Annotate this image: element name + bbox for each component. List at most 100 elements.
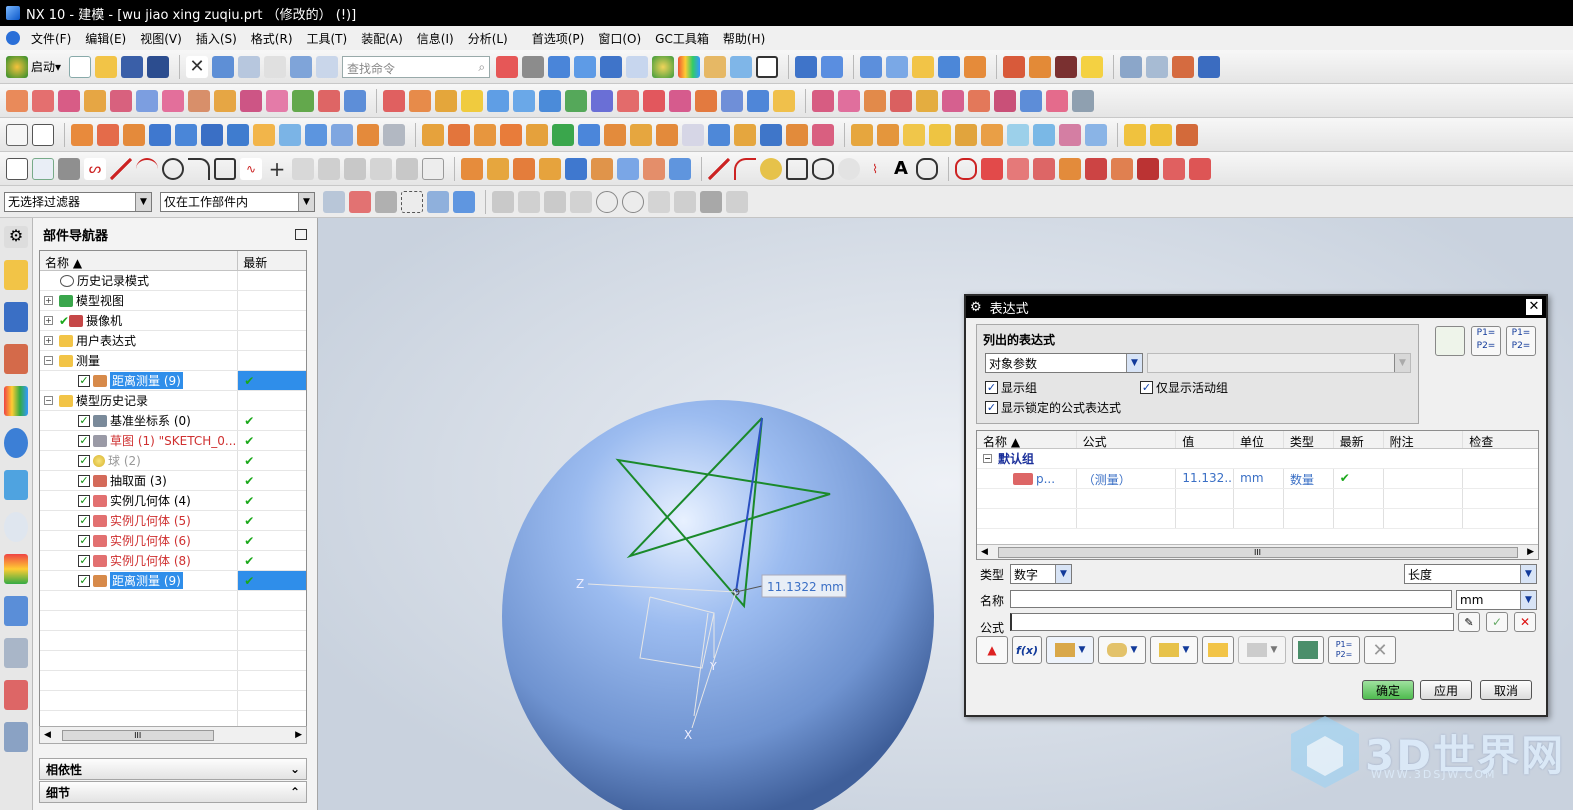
expand-icon[interactable]: + (44, 316, 53, 325)
listed-expressions-dropdown[interactable]: 对象参数 ▼ (985, 353, 1143, 373)
scroll-left-icon[interactable]: ◀ (44, 730, 51, 740)
derived-curve-1[interactable] (955, 157, 977, 180)
delete-icon[interactable]: ✕ (186, 55, 209, 78)
constraint-icon-2[interactable] (396, 157, 418, 180)
visibility-checkbox[interactable]: ✓ (78, 494, 90, 507)
filter-icon-1[interactable] (323, 190, 345, 213)
tree-row-datum-csys[interactable]: ✓ 基准坐标系 (0) ✔ (40, 411, 306, 431)
pocket-icon[interactable] (305, 123, 327, 146)
extend-icon[interactable] (344, 157, 366, 180)
part-navigator-tab-icon[interactable] (4, 260, 28, 290)
shell-icon[interactable] (682, 123, 704, 146)
formula-edit-button[interactable]: ✎ (1458, 612, 1480, 632)
column-header-name[interactable]: 名称 ▲ (40, 251, 239, 270)
feature-icon-3[interactable] (58, 89, 80, 112)
sync-icon-1[interactable] (851, 123, 873, 146)
snap-quadrant-icon[interactable] (622, 190, 644, 213)
horizontal-scrollbar[interactable]: ◀ III ▶ (39, 726, 307, 744)
redo-icon[interactable] (238, 55, 261, 78)
surface-icon-5[interactable] (487, 89, 509, 112)
fit-view-icon[interactable] (496, 55, 519, 78)
feature-icon-14[interactable] (344, 89, 366, 112)
derived-curve-3[interactable] (1007, 157, 1029, 180)
surface-icon-4[interactable] (461, 89, 483, 112)
sync-icon-8[interactable] (1033, 123, 1055, 146)
mirror-icon[interactable] (448, 123, 470, 146)
surface-icon-13[interactable] (695, 89, 717, 112)
derived-curve-2[interactable] (981, 157, 1003, 180)
boss-icon[interactable] (279, 123, 301, 146)
sync-icon-10[interactable] (1085, 123, 1107, 146)
fillet-icon[interactable] (188, 157, 210, 180)
curve-feature-6[interactable] (591, 157, 613, 180)
tree-row-distance-measure[interactable]: ✓ 距离测量 (9) ✔ (40, 371, 306, 391)
sync-icon-5[interactable] (955, 123, 977, 146)
feature-icon-9[interactable] (214, 89, 236, 112)
collapse-icon[interactable]: − (44, 356, 53, 365)
accept-edit-button[interactable]: ✓ (1486, 612, 1508, 632)
snap-midpoint-icon[interactable] (518, 190, 540, 213)
menu-analysis[interactable]: 分析(L) (461, 30, 515, 47)
feature-icon-2[interactable] (32, 89, 54, 112)
orient-view-icon[interactable] (795, 55, 818, 78)
draft-icon[interactable] (708, 123, 730, 146)
menu-view[interactable]: 视图(V) (133, 30, 189, 47)
weld-icon-3[interactable] (1176, 123, 1198, 146)
column-header-name[interactable]: 名称 ▲ (977, 431, 1077, 448)
curve-feature-9[interactable] (669, 157, 691, 180)
surface-icon-16[interactable] (773, 89, 795, 112)
boolean-icon-2[interactable] (838, 89, 860, 112)
revolve-icon[interactable] (97, 123, 119, 146)
shaded-cube-icon[interactable] (548, 55, 571, 78)
menu-gc-toolbox[interactable]: GC工具箱 (648, 30, 716, 47)
blob-icon[interactable] (916, 157, 938, 180)
function-button[interactable]: f(x) (1012, 636, 1042, 664)
weld-icon-2[interactable] (1150, 123, 1172, 146)
visibility-checkbox[interactable]: ✓ (78, 434, 90, 447)
filter-icon-2[interactable] (349, 190, 371, 213)
tree-row-instance-geometry-4[interactable]: ✓ 实例几何体 (4) ✔ (40, 491, 306, 511)
sync-icon-6[interactable] (981, 123, 1003, 146)
measure-icon[interactable] (1172, 55, 1195, 78)
curve-feature-2[interactable] (487, 157, 509, 180)
replace-face-icon[interactable] (786, 123, 808, 146)
section-view-icon[interactable] (821, 55, 844, 78)
menu-format[interactable]: 格式(R) (244, 30, 300, 47)
sketch-icon[interactable] (6, 123, 28, 146)
window-switch-icon[interactable] (316, 55, 339, 78)
boolean-icon-8[interactable] (994, 89, 1016, 112)
surface-icon-1[interactable] (383, 89, 405, 112)
arc-icon[interactable] (136, 157, 158, 180)
list-icon[interactable] (1146, 55, 1169, 78)
create-expression-button[interactable]: ▲ (976, 636, 1008, 664)
pattern-curve-icon[interactable] (422, 157, 444, 180)
history-tab-icon[interactable] (4, 512, 28, 542)
surface-icon-15[interactable] (747, 89, 769, 112)
formula-input[interactable] (1010, 613, 1454, 631)
point-icon[interactable]: + (266, 158, 288, 180)
move-component-icon[interactable] (938, 55, 961, 78)
tree-row-sphere[interactable]: ✓ 球 (2) ✔ (40, 451, 306, 471)
system-scene-tab-icon[interactable] (4, 680, 28, 710)
export-to-file-button[interactable]: P1= P2= (1328, 636, 1360, 664)
move-face-icon[interactable] (812, 123, 834, 146)
derived-curve-7[interactable] (1111, 157, 1133, 180)
reuse-library-tab-icon[interactable] (4, 386, 28, 416)
boolean-icon-7[interactable] (968, 89, 990, 112)
tree-row-cameras[interactable]: + ✔ 摄像机 (40, 311, 306, 331)
hole-icon[interactable] (123, 123, 145, 146)
wireframe-cube-icon[interactable] (626, 55, 649, 78)
scope-dropdown[interactable]: 仅在工作部件内 ▼ (160, 191, 315, 212)
tree-row-distance-measure-history[interactable]: ✓ 距离测量 (9) ✔ (40, 571, 306, 591)
menu-tools[interactable]: 工具(T) (300, 30, 355, 47)
scroll-left-icon[interactable]: ◀ (981, 547, 988, 557)
feature-icon-10[interactable] (240, 89, 262, 112)
spiral-icon[interactable] (838, 157, 860, 180)
expressions-scrollbar[interactable]: ◀ III ▶ (977, 544, 1538, 559)
scale-icon[interactable] (760, 123, 782, 146)
studio-spline-icon[interactable]: ᔕ (84, 157, 106, 180)
menu-file[interactable]: 文件(F) (24, 30, 78, 47)
sheet-metal-icon[interactable] (1003, 55, 1026, 78)
tree-row-extract-face[interactable]: ✓ 抽取面 (3) ✔ (40, 471, 306, 491)
surface-icon-7[interactable] (539, 89, 561, 112)
